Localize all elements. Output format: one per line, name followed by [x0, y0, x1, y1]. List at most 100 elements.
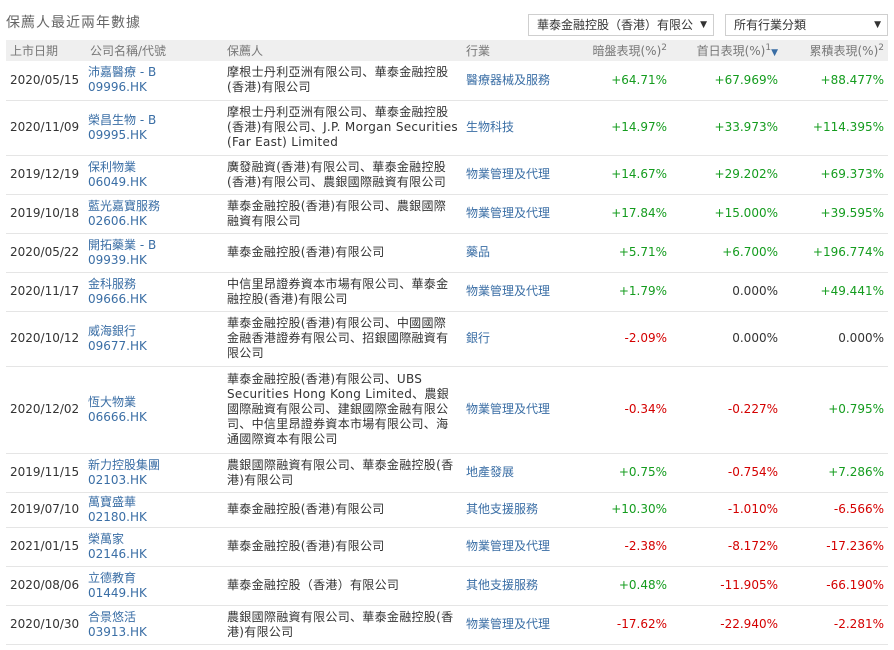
- sort-desc-icon[interactable]: ▼: [771, 48, 778, 58]
- col-header-broker[interactable]: 保薦人: [223, 40, 462, 61]
- listing-date: 2019/12/19: [10, 167, 80, 181]
- col-header-industry[interactable]: 行業: [462, 40, 572, 61]
- company-cell: 威海銀行 09677.HK: [86, 311, 223, 366]
- company-cell: 開拓藥業 - B 09939.HK: [86, 233, 223, 272]
- company-name-link[interactable]: 恆大物業: [88, 395, 219, 410]
- first-day-performance: -11.905%: [720, 578, 778, 592]
- company-name-link[interactable]: 榮昌生物 - B: [88, 113, 219, 128]
- col-header-grey[interactable]: 暗盤表現(%)2: [572, 40, 671, 61]
- first-day-performance: -0.227%: [727, 402, 778, 416]
- company-code-link[interactable]: 09996.HK: [88, 80, 219, 95]
- industry-link[interactable]: 物業管理及代理: [462, 155, 572, 194]
- company-name-link[interactable]: 威海銀行: [88, 324, 219, 339]
- table-row[interactable]: 2020/11/17 金科服務 09666.HK 中信里昂證券資本市場有限公司、華泰金…: [6, 272, 888, 311]
- company-name-link[interactable]: 榮萬家: [88, 532, 219, 547]
- col-header-date[interactable]: 上市日期: [6, 40, 86, 61]
- company-name-link[interactable]: 保利物業: [88, 160, 219, 175]
- grey-market-performance: +17.84%: [611, 206, 667, 220]
- industry-link[interactable]: 物業管理及代理: [462, 366, 572, 453]
- company-code-link[interactable]: 09995.HK: [88, 128, 219, 143]
- chevron-down-icon: ▼: [874, 20, 881, 30]
- industry-link[interactable]: 地產發展: [462, 453, 572, 492]
- company-code-link[interactable]: 06049.HK: [88, 175, 219, 190]
- company-name-link[interactable]: 萬寶盛華: [88, 495, 219, 510]
- company-name-link[interactable]: 沛嘉醫療 - B: [88, 65, 219, 80]
- industry-link[interactable]: 生物科技: [462, 100, 572, 155]
- company-code-link[interactable]: 02606.HK: [88, 214, 219, 229]
- company-code-link[interactable]: 06666.HK: [88, 410, 219, 425]
- industry-link[interactable]: 藥品: [462, 233, 572, 272]
- cumulative-performance: -6.566%: [833, 502, 884, 516]
- table-row[interactable]: 2019/07/10 萬寶盛華 02180.HK 華泰金融控股(香港)有限公司 其他支援…: [6, 492, 888, 527]
- sponsor-cell: 廣發融資(香港)有限公司、華泰金融控股(香港)有限公司、農銀國際融資有限公司: [227, 159, 447, 189]
- company-code-link[interactable]: 09666.HK: [88, 292, 219, 307]
- company-code-link[interactable]: 02146.HK: [88, 547, 219, 562]
- industry-link[interactable]: 物業管理及代理: [462, 527, 572, 566]
- table-row[interactable]: 2019/12/19 保利物業 06049.HK 廣發融資(香港)有限公司、華泰金融控…: [6, 155, 888, 194]
- company-cell: 榮萬家 02146.HK: [86, 527, 223, 566]
- cumulative-performance: -2.281%: [833, 617, 884, 631]
- industry-link[interactable]: 物業管理及代理: [462, 605, 572, 644]
- cumulative-performance: -66.190%: [826, 578, 884, 592]
- table-row[interactable]: 2019/10/18 藍光嘉寶服務 02606.HK 華泰金融控股(香港)有限公司、農…: [6, 194, 888, 233]
- industry-select-value: 所有行業分類: [734, 18, 807, 32]
- first-day-performance: +6.700%: [722, 245, 778, 259]
- table-row[interactable]: 2021/01/15 榮萬家 02146.HK 華泰金融控股(香港)有限公司 物業管理及…: [6, 527, 888, 566]
- table-row[interactable]: 2020/08/06 立德教育 01449.HK 華泰金融控股（香港）有限公司 其他支援…: [6, 566, 888, 605]
- first-day-performance: -22.940%: [720, 617, 778, 631]
- sponsor-cell: 華泰金融控股(香港)有限公司: [227, 245, 385, 259]
- company-code-link[interactable]: 03913.HK: [88, 625, 219, 640]
- company-code-link[interactable]: 01449.HK: [88, 586, 219, 601]
- footnote-2: 2: [661, 43, 667, 53]
- company-code-link[interactable]: 09939.HK: [88, 253, 219, 268]
- cumulative-performance: +0.795%: [828, 402, 884, 416]
- company-code-link[interactable]: 02180.HK: [88, 510, 219, 525]
- company-name-link[interactable]: 開拓藥業 - B: [88, 238, 219, 253]
- col-header-cum-label: 累積表現(%): [809, 44, 879, 58]
- col-header-company[interactable]: 公司名稱/代號: [86, 40, 223, 61]
- sponsor-cell: 華泰金融控股(香港)有限公司、UBS Securities Hong Kong …: [227, 372, 450, 446]
- company-name-link[interactable]: 金科服務: [88, 277, 219, 292]
- company-cell: 萬寶盛華 02180.HK: [86, 492, 223, 527]
- company-code-link[interactable]: 09677.HK: [88, 339, 219, 354]
- industry-link[interactable]: 其他支援服務: [462, 492, 572, 527]
- sponsor-cell: 農銀國際融資有限公司、華泰金融控股(香港)有限公司: [227, 609, 454, 639]
- col-header-first[interactable]: 首日表現(%)1▼: [671, 40, 782, 61]
- company-name-link[interactable]: 合景悠活: [88, 610, 219, 625]
- grey-market-performance: +10.30%: [611, 502, 667, 516]
- table-row[interactable]: 2020/05/15 沛嘉醫療 - B 09996.HK 摩根士丹利亞洲有限公司、華泰…: [6, 61, 888, 100]
- grey-market-performance: -0.34%: [624, 402, 667, 416]
- col-header-cum[interactable]: 累積表現(%)2: [782, 40, 888, 61]
- grey-market-performance: +0.75%: [618, 465, 667, 479]
- company-name-link[interactable]: 立德教育: [88, 571, 219, 586]
- company-cell: 沛嘉醫療 - B 09996.HK: [86, 61, 223, 100]
- sponsor-cell: 華泰金融控股(香港)有限公司: [227, 502, 385, 516]
- first-day-performance: -0.754%: [727, 465, 778, 479]
- industry-link[interactable]: 其他支援服務: [462, 566, 572, 605]
- industry-link[interactable]: 物業管理及代理: [462, 272, 572, 311]
- industry-select[interactable]: 所有行業分類 ▼: [725, 14, 888, 36]
- table-row[interactable]: 2020/11/09 榮昌生物 - B 09995.HK 摩根士丹利亞洲有限公司、華泰…: [6, 100, 888, 155]
- table-row[interactable]: 2019/11/15 新力控股集團 02103.HK 農銀國際融資有限公司、華泰金融控…: [6, 453, 888, 492]
- industry-link[interactable]: 銀行: [462, 311, 572, 366]
- listing-date: 2019/10/18: [10, 206, 80, 220]
- company-code-link[interactable]: 02103.HK: [88, 473, 219, 488]
- industry-link[interactable]: 醫療器械及服務: [462, 61, 572, 100]
- company-name-link[interactable]: 藍光嘉寶服務: [88, 199, 219, 214]
- broker-select-value: 華泰金融控股（香港）有限公: [537, 18, 694, 32]
- cumulative-performance: -17.236%: [826, 539, 884, 553]
- company-name-link[interactable]: 新力控股集團: [88, 458, 219, 473]
- company-cell: 保利物業 06049.HK: [86, 155, 223, 194]
- table-row[interactable]: 2020/10/30 合景悠活 03913.HK 農銀國際融資有限公司、華泰金融控股(…: [6, 605, 888, 644]
- cumulative-performance: 0.000%: [838, 331, 884, 345]
- broker-select[interactable]: 華泰金融控股（香港）有限公 ▼: [528, 14, 714, 36]
- sponsor-cell: 中信里昂證券資本市場有限公司、華泰金融控股(香港)有限公司: [227, 276, 449, 306]
- listing-date: 2020/05/15: [10, 72, 80, 87]
- listing-date: 2019/07/10: [10, 502, 80, 516]
- industry-link[interactable]: 物業管理及代理: [462, 194, 572, 233]
- col-header-grey-label: 暗盤表現(%): [592, 44, 662, 58]
- table-row[interactable]: 2020/10/12 威海銀行 09677.HK 華泰金融控股(香港)有限公司、中國國…: [6, 311, 888, 366]
- table-row[interactable]: 2020/05/22 開拓藥業 - B 09939.HK 華泰金融控股(香港)有限公司…: [6, 233, 888, 272]
- table-row[interactable]: 2020/12/02 恆大物業 06666.HK 華泰金融控股(香港)有限公司、UBS…: [6, 366, 888, 453]
- grey-market-performance: -17.62%: [616, 617, 667, 631]
